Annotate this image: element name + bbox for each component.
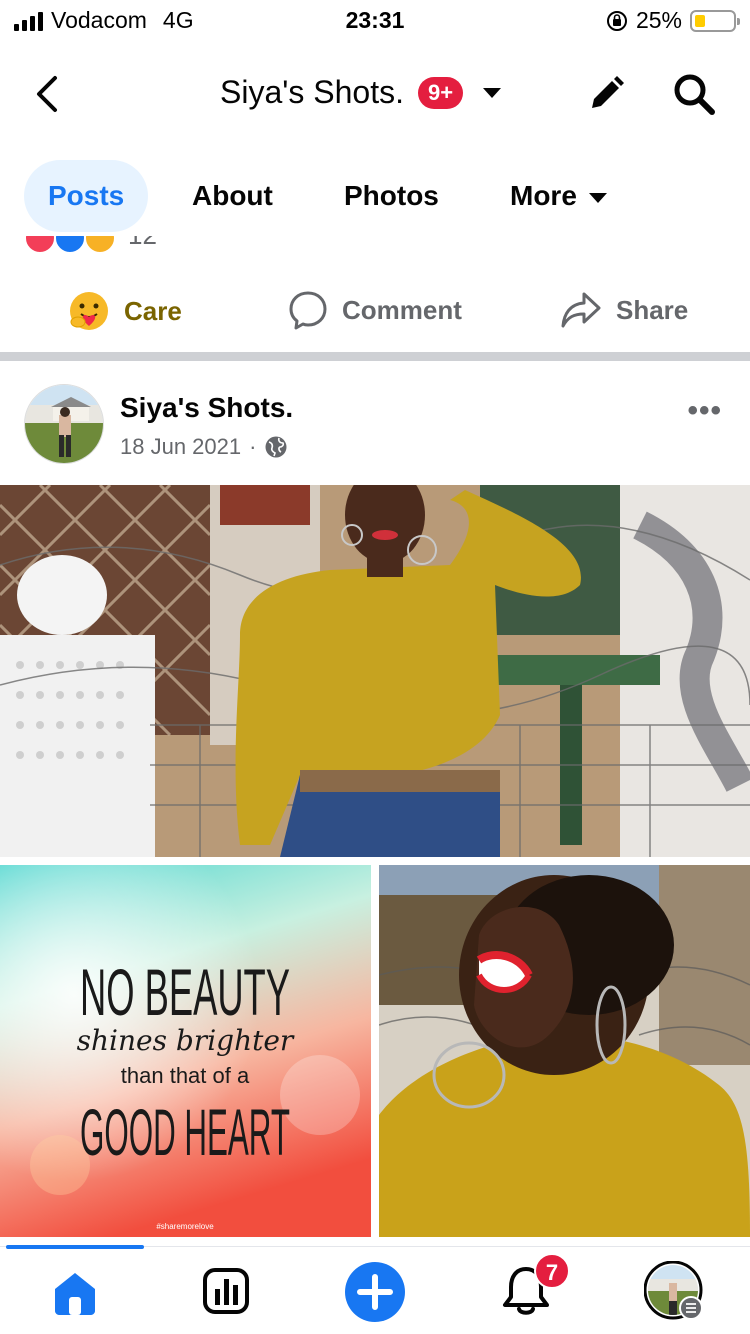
post-photo-quote[interactable]: NO BEAUTY shines brighter than that of a… (0, 865, 371, 1237)
care-reaction-icon (84, 236, 116, 254)
edit-pencil-icon[interactable] (584, 72, 628, 116)
notification-badge: 9+ (417, 76, 464, 109)
insights-chart-icon (203, 1268, 249, 1314)
reaction-count: 12 (128, 236, 157, 251)
tab-photos[interactable]: Photos (344, 160, 439, 232)
tab-posts[interactable]: Posts (24, 160, 149, 232)
profile-avatar-icon (643, 1260, 703, 1320)
tab-more[interactable]: More (510, 160, 607, 232)
tab-about[interactable]: About (192, 160, 273, 232)
care-emoji-icon (70, 292, 108, 330)
nav-notifications[interactable]: 7 (496, 1253, 570, 1321)
home-icon (55, 1273, 95, 1315)
post-date[interactable]: 18 Jun 2021 (120, 434, 241, 460)
quote-line-2: shines brighter (77, 1024, 295, 1057)
meta-separator: · (249, 434, 257, 459)
battery-icon (690, 9, 740, 32)
share-label: Share (616, 294, 689, 325)
search-icon[interactable] (670, 70, 718, 118)
page-header: Siya's Shots. 9+ (0, 50, 750, 138)
post-photo-portrait[interactable] (379, 865, 750, 1237)
battery-percent: 25% (635, 7, 682, 33)
tab-more-label: More (510, 180, 577, 211)
share-button[interactable]: Share (560, 290, 688, 330)
feed-divider (0, 352, 750, 361)
comment-label: Comment (342, 294, 462, 325)
nav-home[interactable] (45, 1261, 105, 1321)
quote-hashtag: #sharemorelove (156, 1222, 214, 1231)
quote-line-1: NO BEAUTY (80, 955, 290, 1029)
quote-line-3: than that of a (121, 1063, 250, 1088)
bottom-navigation: 7 (0, 1245, 750, 1334)
reactions-summary[interactable]: 12 (24, 236, 224, 258)
chevron-down-icon (588, 192, 607, 203)
comment-button[interactable]: Comment (288, 290, 462, 330)
active-tab-indicator (6, 1245, 144, 1249)
globe-icon (265, 436, 287, 458)
love-reaction-icon (24, 236, 56, 254)
nav-profile-menu[interactable] (643, 1260, 706, 1321)
care-label: Care (124, 295, 182, 326)
comment-bubble-icon (289, 291, 327, 330)
page-tabs: Posts About Photos More (24, 160, 734, 232)
quote-line-4: GOOD HEART (80, 1095, 290, 1169)
share-arrow-icon (561, 292, 601, 328)
plus-icon (345, 1262, 405, 1322)
avatar[interactable] (24, 384, 104, 464)
rotation-lock-icon (606, 10, 627, 31)
post-actions: Care Comment Share (0, 280, 750, 350)
care-button[interactable]: Care (68, 290, 182, 332)
post-header: Siya's Shots. 18 Jun 2021 · ••• (0, 380, 750, 472)
page-title: Siya's Shots. (220, 74, 404, 110)
page-switcher[interactable]: Siya's Shots. 9+ (220, 74, 502, 111)
post-photo-main[interactable] (0, 485, 750, 857)
chevron-down-icon (483, 87, 502, 98)
like-reaction-icon (54, 236, 86, 254)
notifications-badge: 7 (534, 1253, 570, 1289)
nav-create[interactable] (344, 1261, 405, 1322)
nav-insights[interactable] (196, 1261, 256, 1321)
post-author[interactable]: Siya's Shots. (120, 392, 293, 424)
back-arrow-icon[interactable] (28, 72, 68, 116)
post-meta: 18 Jun 2021 · (120, 434, 288, 460)
status-bar: Vodacom 4G 23:31 25% (0, 0, 750, 42)
more-options-icon[interactable]: ••• (687, 394, 722, 428)
